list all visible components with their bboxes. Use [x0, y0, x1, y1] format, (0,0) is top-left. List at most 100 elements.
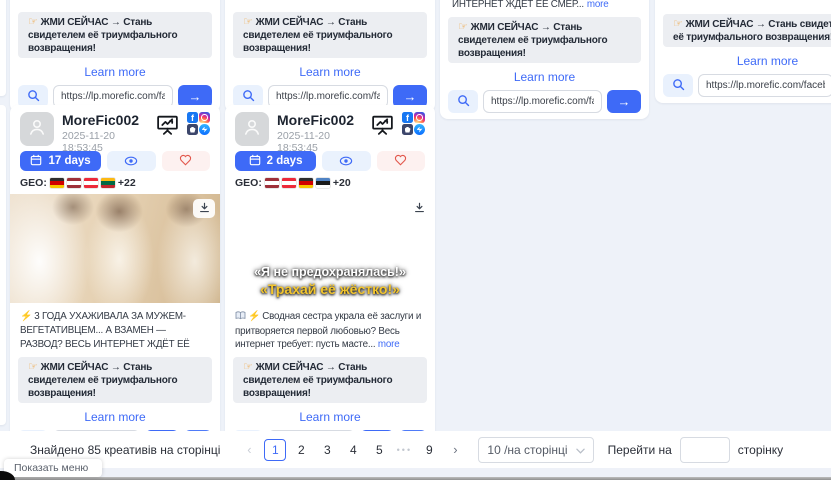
goto-page-input[interactable]: [680, 437, 730, 463]
pointing-hand-icon: ☞: [673, 17, 683, 30]
days-active-badge[interactable]: 17 days: [20, 151, 101, 171]
goto-page-control: Перейти на сторінку: [608, 437, 784, 463]
page-button-2[interactable]: 2: [290, 439, 312, 461]
geo-flags: [265, 178, 330, 188]
search-button[interactable]: [448, 90, 478, 113]
image-download-button[interactable]: [408, 199, 430, 218]
chevron-down-icon: [576, 443, 585, 457]
page-size-select[interactable]: 10 /на сторінці: [478, 437, 593, 463]
learn-more-link[interactable]: Learn more: [655, 54, 831, 67]
placements-icons: [402, 112, 425, 135]
image-download-button[interactable]: [193, 199, 215, 218]
cropped-card-edge: [0, 105, 6, 425]
pointing-hand-icon: ☞: [458, 20, 468, 33]
flag-germany: [50, 178, 64, 188]
creative-description: ⚡3 ГОДА УХАЖИВАЛА ЗА МУЖЕМ-ВЕГЕТАТИВЦЕМ.…: [20, 310, 210, 353]
bottom-strip: [0, 468, 831, 477]
favorite-button[interactable]: [162, 151, 210, 171]
more-link[interactable]: more: [56, 352, 78, 353]
flag-estonia: [316, 178, 330, 188]
more-link[interactable]: more: [378, 339, 400, 350]
goto-label-prefix: Перейти на: [608, 443, 672, 457]
learn-more-link[interactable]: Learn more: [225, 410, 435, 423]
arrow-right-icon: →: [618, 95, 631, 108]
calendar-icon: [30, 154, 42, 169]
search-button[interactable]: [663, 74, 693, 97]
cta-banner: ☞ЖМИ СЕЙЧАС → Стань свидетелем её триумф…: [233, 12, 427, 58]
views-button[interactable]: [107, 151, 155, 171]
days-active-badge[interactable]: 2 days: [235, 151, 316, 171]
card-header: MoreFic002 2025-11-20 18:53:45: [20, 112, 210, 146]
creatives-grid-page: ☞ЖМИ СЕЙЧАС → Стань свидетелем её триумф…: [0, 0, 831, 480]
eye-icon: [339, 154, 353, 169]
placements-icons: [187, 112, 210, 135]
messenger-icon: [414, 124, 425, 135]
page-button-1[interactable]: 1: [264, 439, 286, 461]
facebook-icon: [187, 112, 198, 123]
prev-page-button[interactable]: ‹: [238, 439, 260, 461]
creative-image[interactable]: «Я не предохранялась!» «Трахай её жёстко…: [225, 194, 435, 303]
pages-ellipsis[interactable]: •••: [394, 445, 414, 455]
presentation-chart-icon[interactable]: [370, 112, 395, 142]
cta-text: ЖМИ СЕЙЧАС → Стань свидетелем её триумфа…: [28, 362, 177, 399]
cta-banner: ☞ЖМИ СЕЙЧАС → Стань свидетелем её триумф…: [18, 357, 212, 403]
search-icon: [457, 94, 470, 110]
image-overlay-text: «Я не предохранялась!» «Трахай её жёстко…: [225, 265, 435, 298]
page-button-4[interactable]: 4: [342, 439, 364, 461]
days-label: 17 days: [48, 155, 90, 167]
cta-banner: ☞ЖМИ СЕЙЧАС → Стань свидетелем её триумф…: [448, 17, 641, 63]
calendar-icon: [249, 154, 261, 169]
landing-url-input[interactable]: [483, 90, 602, 113]
cta-banner: ☞ЖМИ СЕЙЧАС → Стань свидетелем её триумф…: [663, 14, 831, 47]
book-icon: [235, 312, 246, 323]
description-text: 3 ГОДА УХАЖИВАЛА ЗА МУЖЕМ-ВЕГЕТАТИВЦЕМ..…: [20, 311, 190, 353]
days-label: 2 days: [267, 155, 303, 167]
lightning-icon: ⚡: [248, 311, 260, 322]
pointing-hand-icon: ☞: [28, 15, 38, 28]
learn-more-link[interactable]: Learn more: [10, 410, 220, 423]
flag-germany: [299, 178, 313, 188]
views-button[interactable]: [322, 151, 370, 171]
cta-text: ЖМИ СЕЙЧАС → Стань свидетелем её триумфа…: [673, 19, 831, 43]
page-button-9[interactable]: 9: [418, 439, 440, 461]
avatar: [235, 112, 269, 146]
results-summary: Знайдено 85 креативів на сторінці: [30, 443, 220, 457]
page-button-3[interactable]: 3: [316, 439, 338, 461]
creative-image[interactable]: [10, 194, 220, 303]
more-link[interactable]: more: [587, 0, 609, 10]
cta-text: ЖМИ СЕЙЧАС → Стань свидетелем её триумфа…: [28, 17, 177, 54]
learn-more-link[interactable]: Learn more: [225, 65, 435, 78]
badge-row: 2 days: [235, 151, 425, 171]
next-page-button[interactable]: ›: [444, 439, 466, 461]
arrow-right-icon: →: [189, 90, 202, 103]
creative-card-partial: ИНТЕРНЕТ ЖДЁТ ЕЁ СМЕР...more ☞ЖМИ СЕЙЧАС…: [440, 0, 649, 119]
avatar: [20, 112, 54, 146]
cta-banner: ☞ЖМИ СЕЙЧАС → Стань свидетелем её триумф…: [18, 12, 212, 58]
page-size-value: 10 /на сторінці: [487, 443, 567, 457]
landing-url-input[interactable]: [698, 74, 831, 97]
landing-url-row: →: [448, 90, 641, 113]
presentation-chart-icon[interactable]: [155, 112, 180, 142]
instagram-icon: [199, 112, 210, 123]
flag-austria: [84, 178, 98, 188]
geo-row: GEO: +20: [235, 177, 425, 189]
page-button-5[interactable]: 5: [368, 439, 390, 461]
flag-latvia: [265, 178, 279, 188]
pagination-bar: Знайдено 85 креативів на сторінці ‹ 1 2 …: [0, 431, 831, 468]
learn-more-link[interactable]: Learn more: [440, 70, 649, 83]
heart-icon: [394, 154, 407, 169]
go-arrow-button[interactable]: →: [607, 90, 641, 113]
creative-card-partial: ☞ЖМИ СЕЙЧАС → Стань свидетелем её триумф…: [10, 0, 220, 112]
creative-card-partial: ☞ЖМИ СЕЙЧАС → Стань свидетелем её триумф…: [655, 0, 831, 103]
show-menu-button[interactable]: Показать меню: [4, 459, 102, 477]
favorite-button[interactable]: [377, 151, 425, 171]
flag-austria: [282, 178, 296, 188]
overlay-line-1: «Я не предохранялась!»: [225, 265, 435, 281]
learn-more-link[interactable]: Learn more: [10, 65, 220, 78]
eye-icon: [124, 154, 138, 169]
cta-text: ЖМИ СЕЙЧАС → Стань свидетелем её триумфа…: [243, 17, 392, 54]
geo-label: GEO:: [20, 177, 47, 189]
geo-row: GEO: +22: [20, 177, 210, 189]
badge-row: 17 days: [20, 151, 210, 171]
audience-network-icon: [402, 124, 413, 135]
